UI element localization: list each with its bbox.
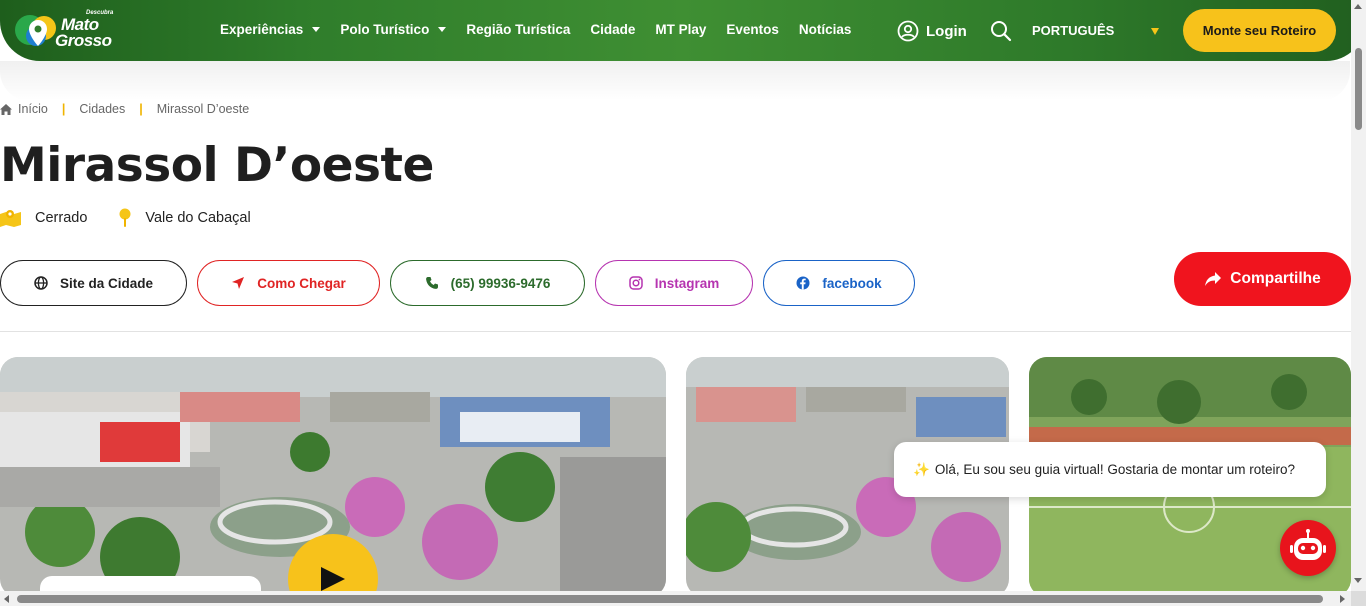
breadcrumb: Início | Cidades | Mirassol D’oeste	[0, 102, 249, 116]
scroll-right-arrow-icon[interactable]	[1340, 595, 1345, 603]
instagram-label: Instagram	[654, 275, 720, 291]
breadcrumb-current: Mirassol D’oeste	[156, 102, 250, 116]
nav-label: MT Play	[655, 22, 707, 37]
site-header: Descubra Mato Grosso Experiências Polo T…	[0, 0, 1366, 61]
language-caret-icon[interactable]	[1151, 28, 1159, 35]
facebook-icon	[796, 276, 810, 290]
search-icon	[991, 21, 1012, 42]
login-label: Login	[926, 22, 967, 40]
horizontal-scrollbar[interactable]	[0, 591, 1351, 606]
horizontal-scroll-thumb[interactable]	[17, 595, 1323, 603]
scroll-down-arrow-icon[interactable]	[1354, 578, 1362, 583]
user-icon	[897, 20, 919, 42]
nav-item-cidade[interactable]: Cidade	[590, 22, 635, 37]
share-icon	[1205, 272, 1222, 286]
nav-item-experiencias[interactable]: Experiências	[220, 22, 321, 37]
tag-regiao: Vale do Cabaçal	[119, 208, 251, 228]
login-button[interactable]: Login	[897, 20, 967, 42]
logo-line-2: Grosso	[55, 31, 112, 50]
location-arrow-icon	[232, 277, 245, 289]
city-tags: Cerrado Vale do Cabaçal	[0, 208, 283, 228]
breadcrumb-cidades[interactable]: Cidades	[79, 102, 125, 116]
nav-label: Região Turística	[466, 22, 571, 37]
robot-icon	[1290, 529, 1326, 560]
breadcrumb-inicio[interactable]: Início	[18, 102, 48, 116]
vertical-scrollbar[interactable]	[1351, 0, 1366, 606]
phone-label: (65) 99936-9476	[450, 275, 551, 291]
phone-button[interactable]: (65) 99936-9476	[390, 260, 585, 306]
sparkles-icon: ✨	[913, 461, 930, 477]
tag-bioma: Cerrado	[0, 209, 87, 227]
logo-text: Mato Grosso	[55, 16, 112, 49]
map-icon	[0, 210, 21, 227]
como-chegar-label: Como Chegar	[257, 275, 346, 291]
compartilhe-label: Compartilhe	[1230, 270, 1321, 287]
chevron-down-icon	[438, 27, 447, 32]
site-logo[interactable]: Descubra Mato Grosso	[14, 8, 124, 54]
nav-item-regiao-turistica[interactable]: Região Turística	[466, 22, 570, 37]
instagram-button[interactable]: Instagram	[595, 260, 753, 306]
globe-icon	[34, 276, 48, 290]
chatbot-button[interactable]	[1280, 520, 1336, 576]
compartilhe-button[interactable]: Compartilhe	[1174, 252, 1351, 306]
main-nav: Experiências Polo Turístico Região Turís…	[220, 22, 871, 37]
chevron-down-icon	[312, 27, 321, 32]
scroll-up-arrow-icon[interactable]	[1354, 4, 1362, 9]
home-icon	[0, 103, 12, 115]
tag-label: Vale do Cabaçal	[145, 210, 251, 226]
nav-item-polo-turistico[interactable]: Polo Turístico	[340, 22, 447, 37]
header-shadow	[0, 61, 1350, 101]
site-da-cidade-label: Site da Cidade	[59, 275, 154, 291]
breadcrumb-separator: |	[61, 102, 66, 116]
chat-message: Olá, Eu sou seu guia virtual! Gostaria d…	[934, 462, 1295, 477]
search-button[interactable]	[990, 20, 1012, 47]
facebook-button[interactable]: facebook	[763, 260, 915, 306]
play-icon	[321, 567, 345, 591]
facebook-label: facebook	[822, 275, 882, 291]
como-chegar-button[interactable]: Como Chegar	[197, 260, 380, 306]
nav-label: Cidade	[590, 22, 636, 37]
site-da-cidade-button[interactable]: Site da Cidade	[0, 260, 187, 306]
chat-greeting-bubble[interactable]: ✨ Olá, Eu sou seu guia virtual! Gostaria…	[894, 442, 1326, 497]
nav-label: Eventos	[726, 22, 779, 37]
tag-label: Cerrado	[35, 210, 88, 226]
language-selector[interactable]: PORTUGUÊS	[1032, 23, 1114, 38]
nav-label: Experiências	[220, 22, 304, 37]
map-pin-icon	[119, 208, 131, 227]
monte-roteiro-button[interactable]: Monte seu Roteiro	[1183, 9, 1336, 52]
nav-label: Notícias	[798, 22, 852, 37]
scroll-left-arrow-icon[interactable]	[4, 595, 9, 603]
section-divider	[0, 331, 1351, 332]
nav-item-mt-play[interactable]: MT Play	[655, 22, 706, 37]
nav-item-noticias[interactable]: Notícias	[799, 22, 852, 37]
logo-mark-icon	[15, 15, 56, 46]
nav-label: Polo Turístico	[340, 22, 430, 37]
instagram-icon	[628, 276, 643, 290]
page-title: Mirassol D’oeste	[0, 138, 434, 193]
phone-icon	[425, 277, 438, 289]
breadcrumb-separator: |	[139, 102, 143, 116]
nav-item-eventos[interactable]: Eventos	[726, 22, 779, 37]
scrollbar-corner	[1351, 591, 1366, 606]
vertical-scroll-thumb[interactable]	[1355, 48, 1362, 130]
